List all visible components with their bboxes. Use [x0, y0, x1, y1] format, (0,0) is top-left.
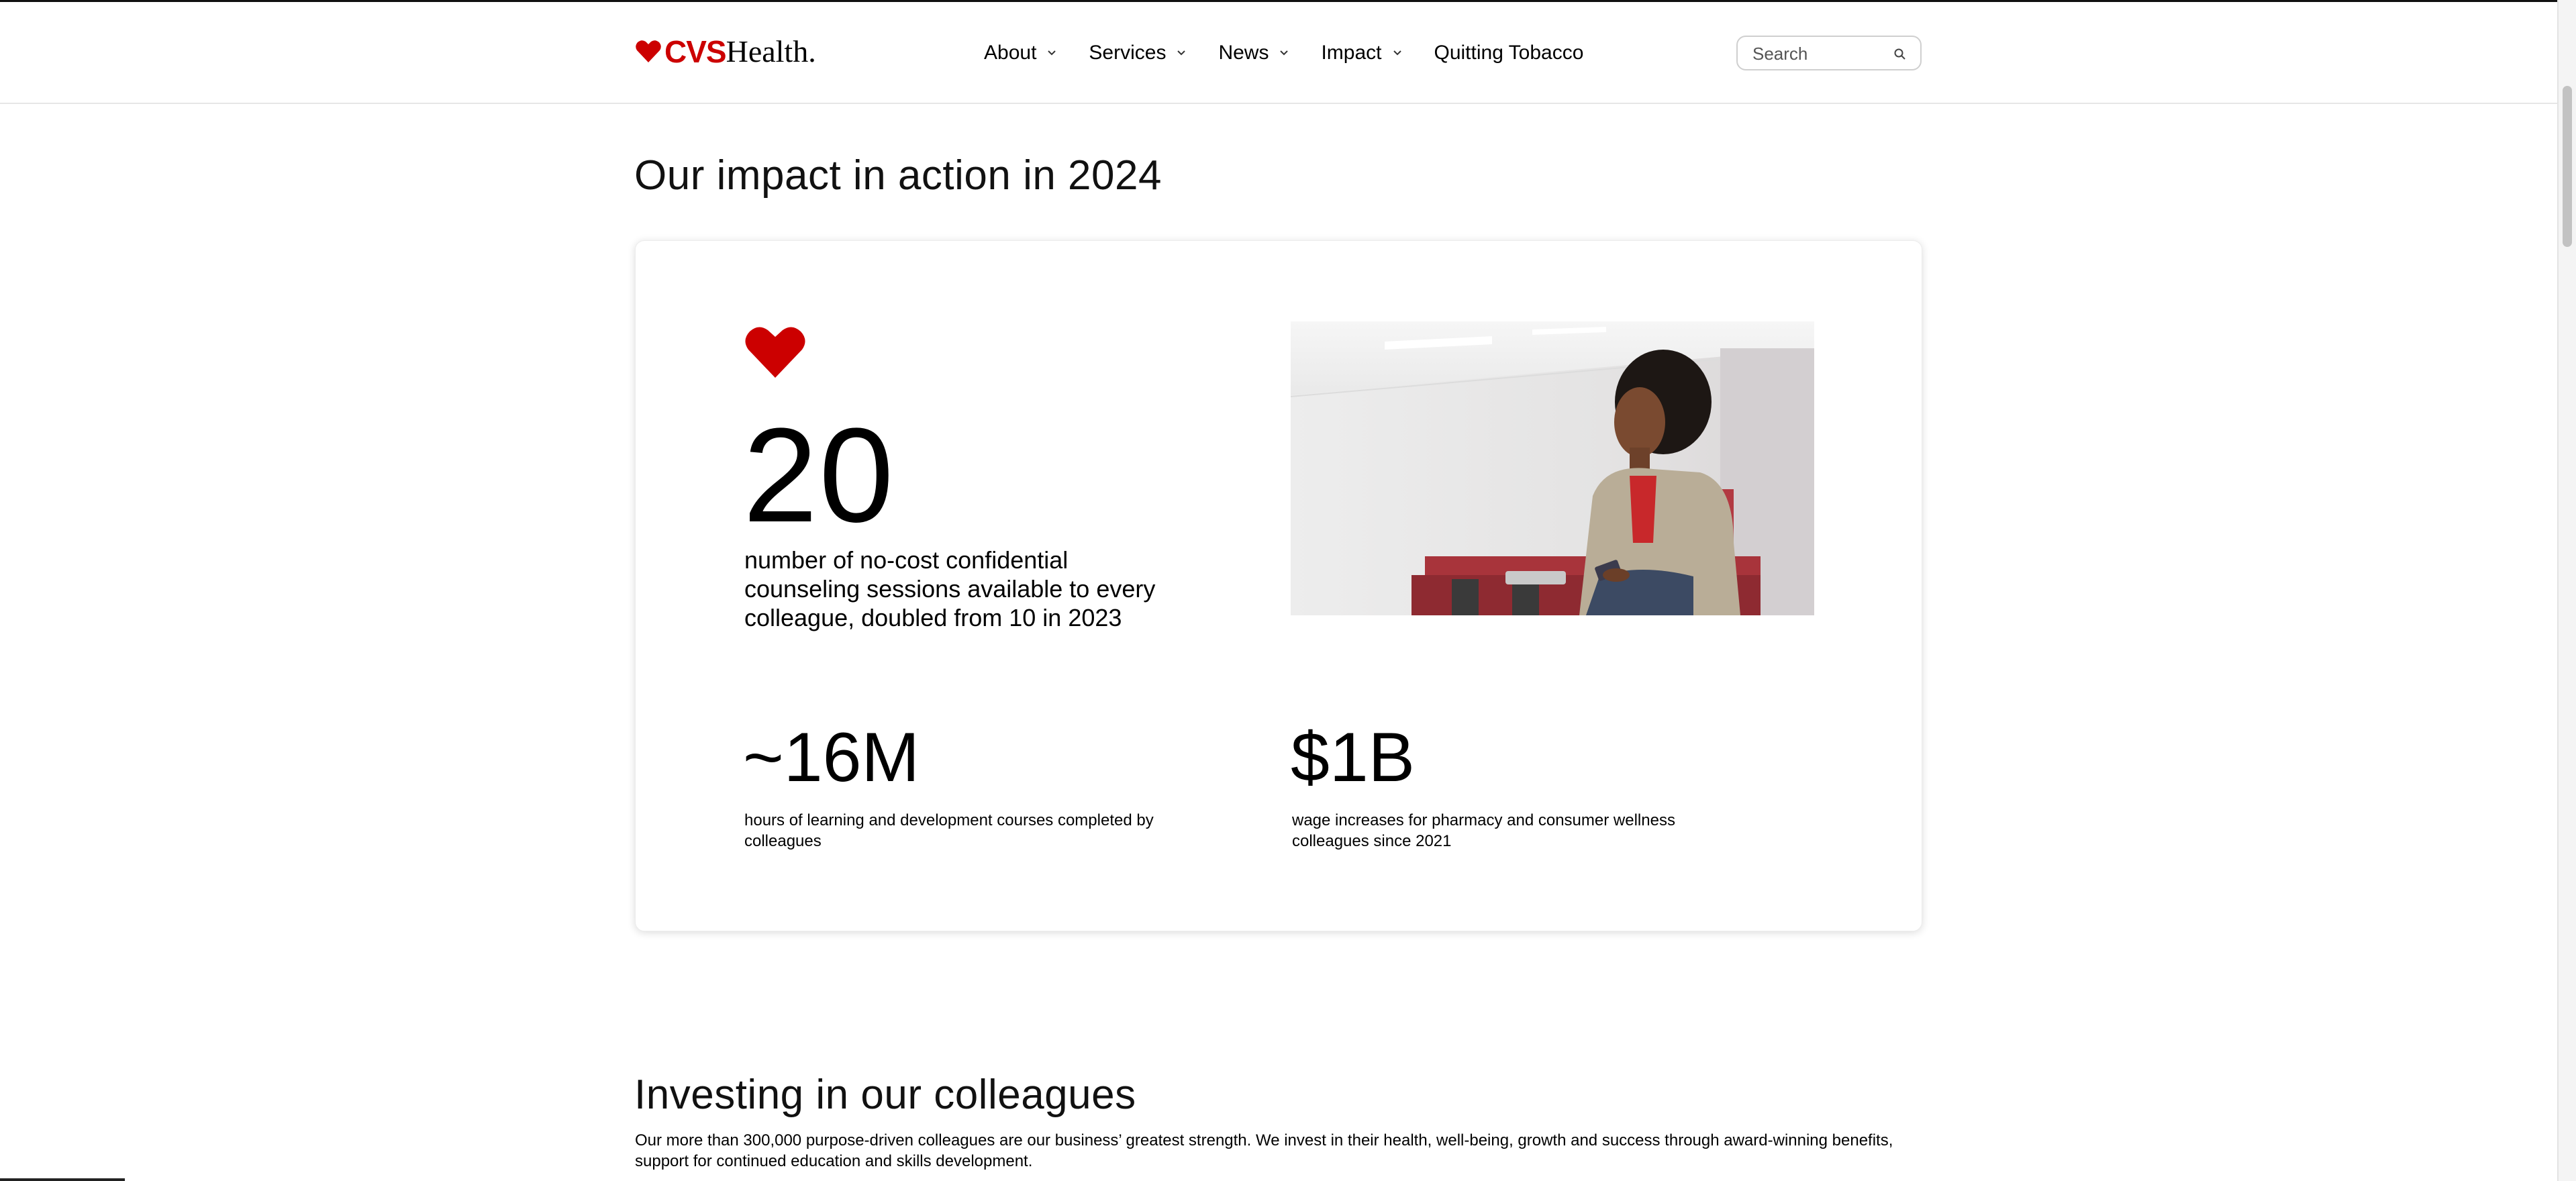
featured-stat-value: 20	[743, 401, 895, 550]
logo-brand-text: CVS	[664, 34, 727, 69]
page-scrollbar[interactable]	[2557, 0, 2576, 1181]
impact-heading: Our impact in action in 2024	[634, 152, 1162, 199]
colleagues-heading: Investing in our colleagues	[634, 1072, 1136, 1118]
nav-item-label: Services	[1089, 42, 1167, 64]
site-header: CVS Health . About Services News Impact …	[0, 2, 2557, 104]
nav-item-impact[interactable]: Impact	[1321, 42, 1401, 64]
chevron-down-icon	[1177, 50, 1186, 56]
heart-icon	[745, 327, 805, 378]
search-box	[1736, 36, 1922, 70]
nav-item-label: About	[984, 42, 1037, 64]
chevron-down-icon	[1048, 50, 1056, 56]
stat-value: ~16M	[743, 719, 920, 797]
chevron-down-icon	[1393, 50, 1401, 56]
search-input[interactable]	[1751, 42, 1888, 65]
stat-value: $1B	[1291, 719, 1416, 797]
nav-item-news[interactable]: News	[1218, 42, 1289, 64]
scrollbar-thumb[interactable]	[2563, 86, 2572, 247]
logo-heart-icon	[636, 40, 661, 62]
search-icon[interactable]	[1893, 48, 1907, 61]
nav-item-about[interactable]: About	[984, 42, 1056, 64]
impact-card: 20 number of no-cost confidential counse…	[635, 240, 1922, 931]
cvs-health-logo[interactable]: CVS Health .	[635, 34, 816, 69]
stat-description: wage increases for pharmacy and consumer…	[1292, 811, 1675, 850]
colleague-photo	[1291, 321, 1814, 615]
colleagues-body-text: Our more than 300,000 purpose-driven col…	[635, 1131, 1893, 1170]
featured-stat-description: number of no-cost confidential counselin…	[744, 546, 1156, 631]
nav-item-services[interactable]: Services	[1089, 42, 1186, 64]
logo-suffix-text: Health	[726, 34, 809, 68]
nav-item-quitting-tobacco[interactable]: Quitting Tobacco	[1434, 42, 1584, 64]
nav-item-label: Quitting Tobacco	[1434, 42, 1584, 64]
main-nav: About Services News Impact Quitting Toba…	[984, 38, 1616, 68]
nav-item-label: News	[1218, 42, 1269, 64]
nav-item-label: Impact	[1321, 42, 1382, 64]
stat-description: hours of learning and development course…	[744, 811, 1154, 850]
logo-period-text: .	[808, 34, 816, 68]
chevron-down-icon	[1280, 50, 1289, 56]
bottom-progress-indicator	[0, 1178, 125, 1181]
